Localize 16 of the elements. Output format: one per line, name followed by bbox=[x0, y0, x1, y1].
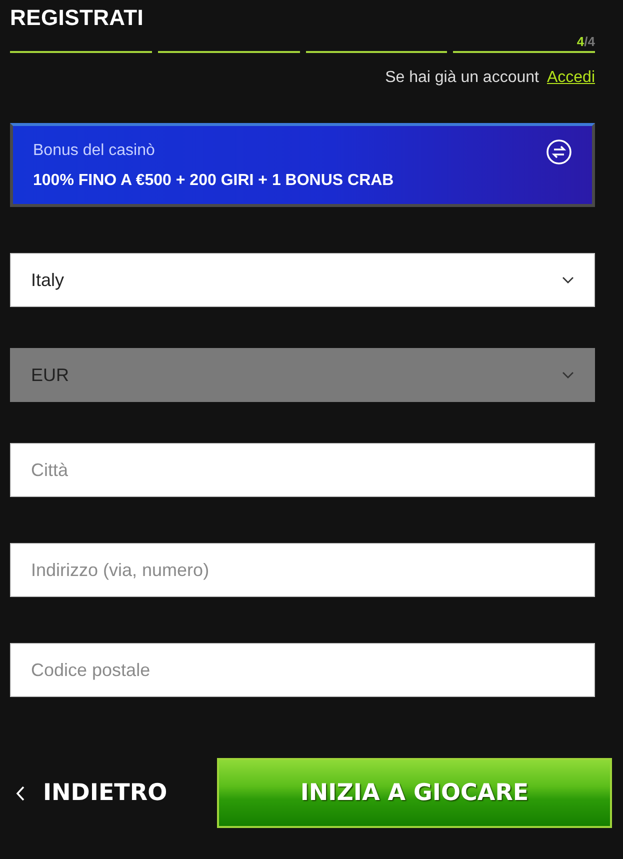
input-field[interactable]: Indirizzo (via, numero) bbox=[10, 543, 595, 597]
input-field[interactable]: Codice postale bbox=[10, 643, 595, 697]
chevron-down-icon bbox=[562, 276, 574, 284]
select-field[interactable]: Italy bbox=[10, 253, 595, 307]
page-title: REGISTRATI bbox=[10, 4, 144, 32]
input-field[interactable]: Città bbox=[10, 443, 595, 497]
step-counter: 4/4 bbox=[576, 34, 595, 49]
swap-icon[interactable] bbox=[546, 139, 572, 165]
login-link[interactable]: Accedi bbox=[546, 69, 595, 87]
bonus-label: Bonus del casinò bbox=[33, 142, 155, 160]
bonus-offer: 100% FINO A €500 + 200 GIRI + 1 BONUS CRAB bbox=[33, 172, 394, 190]
bonus-card[interactable]: Bonus del casinò 100% FINO A €500 + 200 GIRI + 1 BONUS CRAB bbox=[10, 123, 595, 207]
chevron-down-icon bbox=[562, 371, 574, 379]
chevron-left-icon bbox=[16, 786, 25, 800]
login-prompt: Se hai già un account bbox=[385, 69, 539, 87]
back-button[interactable]: INDIETRO bbox=[10, 758, 217, 828]
